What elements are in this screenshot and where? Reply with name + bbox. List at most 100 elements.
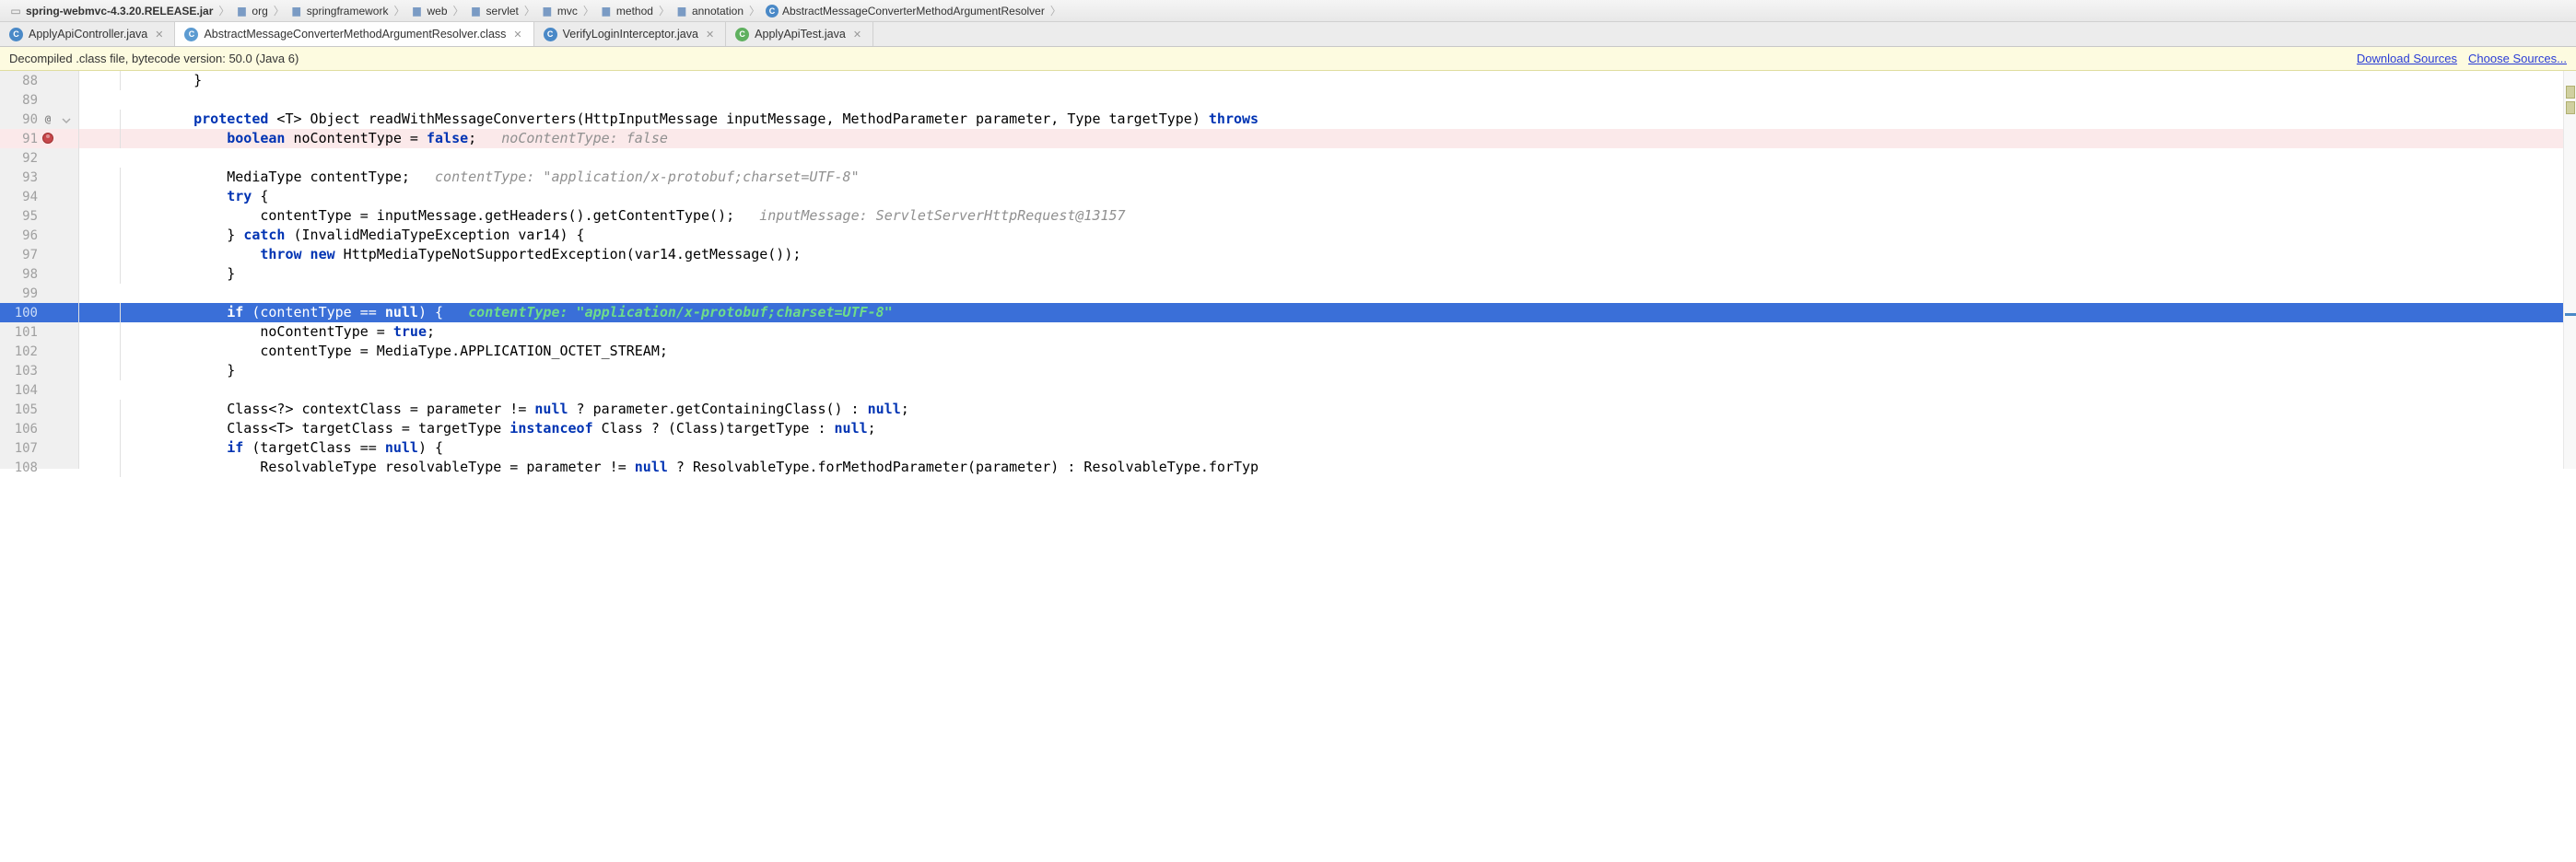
- gutter-line[interactable]: 108: [0, 458, 78, 477]
- choose-sources-link[interactable]: Choose Sources...: [2468, 52, 2567, 65]
- code-token: ) {: [418, 438, 443, 458]
- editor[interactable]: 888990@919293949596979899100101102103104…: [0, 71, 2576, 469]
- code-line[interactable]: try {: [79, 187, 2563, 206]
- gutter-line[interactable]: 107: [0, 438, 78, 458]
- download-sources-link[interactable]: Download Sources: [2357, 52, 2457, 65]
- indent-guide: [120, 458, 121, 477]
- code-line[interactable]: contentType = MediaType.APPLICATION_OCTE…: [79, 342, 2563, 361]
- code-token: <T> Object readWithMessageConverters(Htt…: [268, 110, 1208, 129]
- code-line[interactable]: if (targetClass == null) {: [79, 438, 2563, 458]
- code-token: (InvalidMediaTypeException var14) {: [285, 226, 584, 245]
- gutter-line[interactable]: 100: [0, 303, 78, 322]
- tab-label: AbstractMessageConverterMethodArgumentRe…: [204, 28, 506, 41]
- code-area[interactable]: } protected <T> Object readWithMessageCo…: [79, 71, 2563, 469]
- gutter-line[interactable]: 97: [0, 245, 78, 264]
- code-token: Class<T> targetClass = targetType: [227, 419, 509, 438]
- code-token: false: [427, 129, 468, 148]
- breadcrumb-item[interactable]: ▆servlet: [466, 5, 522, 17]
- gutter-line[interactable]: 91: [0, 129, 78, 148]
- code-line[interactable]: MediaType contentType; contentType: "app…: [79, 168, 2563, 187]
- close-icon[interactable]: ✕: [851, 29, 863, 41]
- breadcrumb-item[interactable]: ▆method: [596, 5, 657, 17]
- editor-tab[interactable]: CApplyApiController.java✕: [0, 22, 175, 46]
- code-token: catch: [243, 226, 285, 245]
- breadcrumb-item[interactable]: ▭ spring-webmvc-4.3.20.RELEASE.jar: [6, 5, 217, 17]
- gutter[interactable]: 888990@919293949596979899100101102103104…: [0, 71, 79, 469]
- code-token: null: [835, 419, 868, 438]
- indent-guide: [120, 322, 121, 342]
- indent-guide: [120, 245, 121, 264]
- breakpoint-icon[interactable]: [41, 132, 54, 145]
- gutter-line[interactable]: 89: [0, 90, 78, 110]
- gutter-line[interactable]: 93: [0, 168, 78, 187]
- code-token: if: [227, 438, 243, 458]
- breadcrumb-label: servlet: [486, 5, 519, 17]
- code-token: if: [227, 303, 243, 322]
- breadcrumb-item[interactable]: CAbstractMessageConverterMethodArgumentR…: [762, 5, 1048, 17]
- code-line[interactable]: } catch (InvalidMediaTypeException var14…: [79, 226, 2563, 245]
- editor-tab[interactable]: CVerifyLoginInterceptor.java✕: [534, 22, 727, 46]
- code-line[interactable]: protected <T> Object readWithMessageConv…: [79, 110, 2563, 129]
- code-line[interactable]: [79, 148, 2563, 168]
- close-icon[interactable]: ✕: [704, 29, 716, 41]
- breadcrumb-sep: 〉: [747, 3, 762, 18]
- code-line[interactable]: Class<T> targetClass = targetType instan…: [79, 419, 2563, 438]
- collapse-icon[interactable]: [62, 114, 71, 123]
- code-line[interactable]: Class<?> contextClass = parameter != nul…: [79, 400, 2563, 419]
- decompiled-notice: Decompiled .class file, bytecode version…: [0, 47, 2576, 71]
- code-line[interactable]: [79, 284, 2563, 303]
- code-line[interactable]: ResolvableType resolvableType = paramete…: [79, 458, 2563, 477]
- editor-tab[interactable]: CAbstractMessageConverterMethodArgumentR…: [175, 22, 533, 46]
- gutter-line[interactable]: 99: [0, 284, 78, 303]
- code-token: try: [227, 187, 252, 206]
- close-icon[interactable]: ✕: [511, 29, 523, 41]
- gutter-line[interactable]: 103: [0, 361, 78, 380]
- gutter-line[interactable]: 95: [0, 206, 78, 226]
- code-token: ;: [468, 129, 501, 148]
- gutter-line[interactable]: 94: [0, 187, 78, 206]
- code-line[interactable]: if (contentType == null) { contentType: …: [79, 303, 2563, 322]
- gutter-line[interactable]: 104: [0, 380, 78, 400]
- code-line[interactable]: [79, 90, 2563, 110]
- indent-guide: [120, 71, 121, 90]
- code-line[interactable]: throw new HttpMediaTypeNotSupportedExcep…: [79, 245, 2563, 264]
- marker-strip[interactable]: [2563, 71, 2576, 469]
- code-line[interactable]: [79, 380, 2563, 400]
- gutter-line[interactable]: 90@: [0, 110, 78, 129]
- breadcrumb-item[interactable]: ▆annotation: [672, 5, 747, 17]
- code-token: null: [385, 303, 418, 322]
- gutter-line[interactable]: 101: [0, 322, 78, 342]
- code-line[interactable]: boolean noContentType = false; noContent…: [79, 129, 2563, 148]
- gutter-line[interactable]: 102: [0, 342, 78, 361]
- close-icon[interactable]: ✕: [153, 29, 165, 41]
- code-token: MediaType contentType;: [227, 168, 435, 187]
- code-line[interactable]: }: [79, 361, 2563, 380]
- jar-icon: ▭: [9, 5, 22, 17]
- breadcrumb-item[interactable]: ▆web: [407, 5, 451, 17]
- code-line[interactable]: noContentType = true;: [79, 322, 2563, 342]
- gutter-line[interactable]: 96: [0, 226, 78, 245]
- breadcrumb-label: spring-webmvc-4.3.20.RELEASE.jar: [26, 5, 213, 17]
- breadcrumb-item[interactable]: ▆org: [231, 5, 271, 17]
- gutter-line[interactable]: 92: [0, 148, 78, 168]
- breadcrumb-item[interactable]: ▆springframework: [287, 5, 392, 17]
- breadcrumb-item[interactable]: ▆mvc: [537, 5, 581, 17]
- code-token: }: [193, 71, 202, 90]
- marker-current-line[interactable]: [2565, 313, 2576, 316]
- gutter-line[interactable]: 98: [0, 264, 78, 284]
- class-test-icon: C: [735, 28, 749, 41]
- gutter-line[interactable]: 88: [0, 71, 78, 90]
- code-line[interactable]: }: [79, 264, 2563, 284]
- code-line[interactable]: }: [79, 71, 2563, 90]
- gutter-line[interactable]: 106: [0, 419, 78, 438]
- gutter-line[interactable]: 105: [0, 400, 78, 419]
- code-token: ;: [868, 419, 876, 438]
- indent-guide: [120, 129, 121, 148]
- marker-warning[interactable]: [2566, 86, 2575, 99]
- code-token: ;: [427, 322, 435, 342]
- editor-tab[interactable]: CApplyApiTest.java✕: [726, 22, 873, 46]
- code-line[interactable]: contentType = inputMessage.getHeaders().…: [79, 206, 2563, 226]
- marker-warning[interactable]: [2566, 101, 2575, 114]
- override-icon[interactable]: @: [41, 112, 54, 125]
- code-token: ? ResolvableType.forMethodParameter(para…: [668, 458, 1259, 477]
